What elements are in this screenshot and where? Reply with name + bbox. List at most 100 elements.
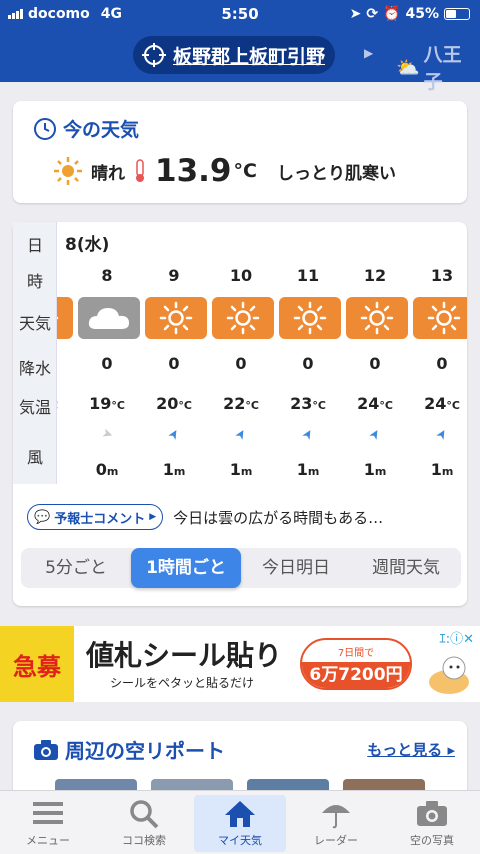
ad-close-icon[interactable]: ｴ:ⓘ✕ (439, 628, 474, 647)
forecast-precip: 0 (436, 354, 448, 373)
forecast-hour-column: 11 0 23°C ➤ 1m (277, 222, 341, 484)
forecast-wind-speed: 1m (162, 460, 186, 479)
current-weather-card: 今の天気 晴れ 13.9 °C しっとり肌寒い (13, 101, 467, 203)
alarm-icon: ⏰ (383, 6, 401, 22)
tab-sky-photos[interactable]: 空の写真 (384, 791, 480, 854)
forecast-hour: 8 (101, 266, 113, 285)
status-bar: docomo 4G 5:50 ➤ ⟳ ⏰ 45% (0, 0, 480, 28)
sun-icon (145, 297, 207, 339)
speech-bubble-icon: 💬 (34, 509, 51, 525)
wind-direction-icon: ➤ (432, 426, 452, 443)
camera-icon (417, 801, 447, 826)
ad-title: 値札シール貼り (86, 639, 283, 672)
sun-icon (413, 297, 467, 339)
current-condition: 晴れ (91, 163, 125, 184)
radar-icon (322, 805, 350, 829)
thermometer-icon (136, 159, 144, 182)
forecast-wind-speed: 1m (430, 460, 454, 479)
forecast-wind-speed: 0m (95, 460, 119, 479)
tab-my-weather-label: マイ天気 (218, 834, 262, 847)
next-arrow-icon: ▶ (364, 46, 374, 60)
forecast-precip: 0 (302, 354, 314, 373)
see-more-link[interactable]: もっと見る ▸ (367, 739, 455, 760)
tab-radar-label: レーダー (314, 834, 358, 847)
partly-cloudy-icon: ⛅ (396, 56, 420, 79)
wind-direction-icon: ➤ (365, 426, 385, 443)
sun-icon (54, 157, 82, 185)
current-weather-title: 今の天気 (63, 119, 140, 141)
forecast-hour-column: 13 0 24°C ➤ 1m (411, 222, 467, 484)
wind-direction-icon: ➤ (164, 426, 184, 443)
forecast-wind-speed: 1m (296, 460, 320, 479)
label-wind: 風 (26, 448, 43, 467)
bottom-tab-bar: メニュー ココ検索 マイ天気 レーダー 空の写真 (0, 790, 480, 854)
cat-illustration-icon (429, 656, 469, 694)
chevron-right-icon: ▶ (149, 512, 157, 522)
current-location-button[interactable]: 板野郡上板町引野 (133, 36, 336, 74)
forecast-temp: 24°C (424, 394, 460, 413)
forecast-interval-tabs: 5分ごと 1時間ごと 今日明日 週間天気 (21, 548, 461, 588)
location-header: 板野郡上板町引野 ▶ ⛅ 八王子 (0, 28, 480, 93)
rotation-lock-icon: ⟳ (366, 6, 379, 22)
wind-direction-icon: ➤ (99, 425, 115, 444)
tab-menu-label: メニュー (26, 834, 70, 847)
tab-hourly[interactable]: 1時間ごと (131, 548, 241, 588)
label-weather: 天気 (18, 314, 51, 333)
ad-banner[interactable]: 急募 値札シール貼り シールをペタッと貼るだけ 7日間で 6万7200円 ｴ:ⓘ… (0, 626, 480, 702)
battery-percent: 45% (405, 6, 439, 22)
forecast-temp: 19°C (89, 394, 125, 413)
forecast-temp: 20°C (156, 394, 192, 413)
tab-menu[interactable]: メニュー (0, 791, 96, 854)
battery-icon (444, 8, 470, 20)
forecast-hour: 10 (229, 266, 253, 285)
sky-report-title: 周辺の空リポート (65, 739, 225, 763)
forecast-precip: 0 (235, 354, 247, 373)
tab-search-label: ココ検索 (122, 834, 166, 847)
tab-my-weather[interactable]: マイ天気 (192, 791, 288, 854)
next-location-button[interactable]: ⛅ 八王子 (396, 40, 480, 94)
tab-5min[interactable]: 5分ごと (21, 548, 131, 588)
forecast-precip: 0 (369, 354, 381, 373)
menu-icon (33, 802, 63, 824)
forecast-hour: 9 (168, 266, 180, 285)
forecast-hour-column: 12 0 24°C ➤ 1m (344, 222, 408, 484)
forecast-temp: 23°C (290, 394, 326, 413)
forecast-precip: 0 (101, 354, 113, 373)
home-icon (225, 801, 255, 827)
gps-target-icon (142, 43, 166, 67)
forecast-hour: 13 (430, 266, 454, 285)
forecast-hour-column: 8 0 19°C ➤ 0m (76, 222, 140, 484)
ad-price: 6万7200円 (302, 662, 410, 688)
camera-icon (34, 739, 58, 760)
ad-price-badge: 7日間で 6万7200円 (300, 638, 412, 690)
label-hour: 時 (26, 272, 43, 291)
location-name: 板野郡上板町引野 (173, 45, 326, 68)
row-labels: 日 時 天気 降水 気温 風 (13, 222, 57, 484)
forecast-hour-column: 10 0 22°C ➤ 1m (210, 222, 274, 484)
search-icon (130, 800, 159, 829)
forecast-temp: 22°C (223, 394, 259, 413)
next-location-name: 八王子 (423, 44, 462, 93)
forecast-scroll[interactable]: 日 時 天気 降水 気温 風 8(水) 7017°C➤1m8019°C➤0m90… (13, 222, 467, 484)
tab-weekly[interactable]: 週間天気 (351, 548, 461, 588)
current-temperature: 13.9 (155, 153, 232, 189)
location-arrow-icon: ➤ (349, 6, 362, 22)
tab-today-tomorrow[interactable]: 今日明日 (241, 548, 351, 588)
tab-radar[interactable]: レーダー (288, 791, 384, 854)
cloud-icon (78, 297, 140, 339)
forecast-hour: 11 (296, 266, 320, 285)
tab-search[interactable]: ココ検索 (96, 791, 192, 854)
tab-sky-photos-label: 空の写真 (410, 834, 454, 847)
label-day: 日 (26, 236, 43, 255)
forecaster-comment-label: 予報士コメント (54, 511, 146, 527)
sun-icon (212, 297, 274, 339)
forecaster-comment-text[interactable]: 今日は雲の広がる時間もある… (173, 507, 383, 528)
forecast-wind-speed: 1m (363, 460, 387, 479)
forecast-wind-speed: 1m (229, 460, 253, 479)
ad-subtitle: シールをペタッと貼るだけ (110, 676, 255, 690)
forecaster-comment-button[interactable]: 💬 予報士コメント ▶ (27, 504, 164, 530)
wind-direction-icon: ➤ (298, 426, 318, 443)
sun-icon (346, 297, 408, 339)
label-temp: 気温 (18, 398, 51, 417)
ad-price-head: 7日間で (337, 648, 375, 659)
